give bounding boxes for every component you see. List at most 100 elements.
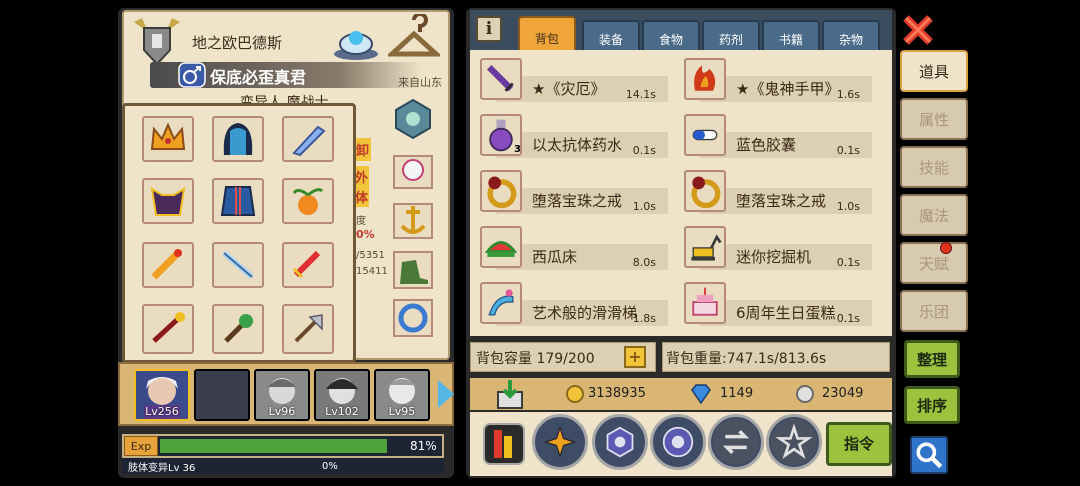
inventory-item[interactable]: 6周年生日蛋糕 0.1s	[674, 278, 872, 328]
info-button[interactable]: i	[476, 16, 502, 42]
close-icon[interactable]	[900, 12, 936, 48]
firework-sword-icon	[151, 249, 182, 280]
crown-icon	[150, 122, 186, 150]
equip-slot-wing[interactable]	[282, 116, 334, 162]
organize-button[interactable]: 整理	[904, 340, 960, 378]
team-member-3[interactable]: Lv96	[254, 369, 310, 421]
side-tab-talent[interactable]: 天赋	[900, 242, 968, 284]
side-tab-skills[interactable]: 技能	[900, 146, 968, 188]
item-name: 艺术般的滑滑梯	[532, 304, 638, 322]
team-bar: Lv256 Lv96 Lv102 Lv95	[118, 362, 454, 426]
equip-slot-staff[interactable]	[142, 304, 194, 354]
item-weight: 0.1s	[836, 312, 860, 325]
item-weight: 1.6s	[836, 88, 860, 101]
item-name: ★《鬼神手甲》	[736, 80, 840, 98]
gold-coin-icon	[566, 385, 584, 403]
inventory-item[interactable]: 艺术般的滑滑梯 1.8s	[470, 278, 668, 328]
ring-icon	[684, 170, 726, 212]
equip-slot-mace[interactable]	[212, 304, 264, 354]
hanger-icon[interactable]	[388, 14, 440, 62]
inventory-item[interactable]: 堕落宝珠之戒 1.0s	[470, 166, 668, 216]
shuriken-button-icon[interactable]	[532, 414, 588, 470]
crystal-altar-icon[interactable]	[330, 14, 382, 62]
item-weight: 1.0s	[632, 200, 656, 213]
item-weight: 1.0s	[836, 200, 860, 213]
exp-percent: 81%	[410, 439, 437, 453]
equip-slot-ice[interactable]	[212, 242, 264, 288]
item-weight: 0.1s	[632, 144, 656, 157]
side-fragment-3: 体	[354, 186, 370, 207]
team-member-4[interactable]: Lv102	[314, 369, 370, 421]
notification-dot-icon	[940, 242, 952, 254]
item-weight: 1.8s	[632, 312, 656, 325]
swap-button-icon[interactable]	[708, 414, 764, 470]
team-member-1[interactable]: Lv256	[134, 369, 190, 421]
skill-label: 肢体变异Lv 36	[128, 463, 196, 474]
search-icon[interactable]	[910, 436, 948, 474]
sort-button[interactable]: 排序	[904, 386, 960, 424]
side-tab-magic[interactable]: 魔法	[900, 194, 968, 236]
wing-blade-icon	[292, 125, 326, 157]
gender-badge-icon	[178, 62, 206, 88]
equip-slot-axe[interactable]	[282, 304, 334, 354]
inventory-item[interactable]: 蓝色胶囊 0.1s	[674, 110, 872, 160]
exp-tag: Exp	[124, 436, 158, 456]
inventory-tabs: 背包 装备 食物 药剂 书籍 杂物	[470, 10, 892, 60]
expand-capacity-button[interactable]: +	[624, 346, 646, 368]
excavator-icon	[684, 226, 726, 268]
equip-slot-redsword[interactable]	[282, 242, 334, 288]
slide-icon	[480, 282, 522, 324]
character-title: 保底必歪真君	[210, 68, 307, 87]
item-name: 迷你挖掘机	[736, 248, 812, 266]
skill-percent: 0%	[322, 461, 338, 472]
equip-slot-cloak[interactable]	[212, 116, 264, 162]
team-member-5[interactable]: Lv95	[374, 369, 430, 421]
inventory-item[interactable]: 3 以太抗体药水 0.1s	[470, 110, 668, 160]
character-name: 地之欧巴德斯	[192, 34, 283, 52]
red-sword-icon	[292, 250, 321, 279]
inventory-item[interactable]: 西瓜床 8.0s	[470, 222, 668, 272]
item-quantity: 3	[514, 144, 521, 155]
dark-cloak-icon	[223, 123, 253, 155]
team-level: Lv256	[145, 405, 179, 418]
item-name: 堕落宝珠之戒	[532, 192, 623, 210]
equip-slot-firework[interactable]	[142, 242, 194, 288]
team-next-arrow-icon[interactable]	[438, 380, 454, 408]
side-fragment-4: 度	[356, 216, 366, 227]
equip-slot-armor[interactable]	[142, 178, 194, 224]
equip-slot-crown[interactable]	[142, 116, 194, 162]
winged-boot-icon[interactable]	[390, 246, 436, 292]
blue-coat-icon	[220, 186, 256, 216]
side-tab-band[interactable]: 乐团	[900, 290, 968, 332]
star-button-icon[interactable]	[766, 414, 822, 470]
ice-blade-icon	[222, 250, 254, 280]
inventory-item[interactable]: 堕落宝珠之戒 1.0s	[674, 166, 872, 216]
anchor-icon[interactable]	[390, 196, 436, 242]
blue-ring-icon[interactable]	[390, 296, 436, 342]
team-level: Lv102	[325, 405, 359, 418]
silver-amount: 23049	[822, 386, 864, 401]
inventory-item[interactable]: ★《灾厄》 14.1s	[470, 54, 668, 104]
demon-armor-icon	[150, 187, 186, 216]
item-weight: 8.0s	[632, 256, 656, 269]
download-box-icon[interactable]	[494, 378, 526, 410]
equip-slot-coat[interactable]	[212, 178, 264, 224]
inventory-item[interactable]: ★《鬼神手甲》 1.6s	[674, 54, 872, 104]
command-button[interactable]: 指令	[826, 422, 892, 466]
emblem-shield-icon[interactable]	[390, 96, 436, 142]
watermelon-bed-icon	[480, 226, 522, 268]
white-glove-icon[interactable]	[390, 146, 436, 192]
equip-slot-sprout[interactable]	[282, 178, 334, 224]
side-tab-items[interactable]: 道具	[900, 50, 968, 92]
inventory-item[interactable]: 迷你挖掘机 0.1s	[674, 222, 872, 272]
hex-ring-button-icon[interactable]	[592, 414, 648, 470]
target-button-icon[interactable]	[650, 414, 706, 470]
origin-label: 来自山东	[398, 76, 442, 89]
team-member-empty[interactable]	[194, 369, 250, 421]
item-weight: 0.1s	[836, 144, 860, 157]
ranking-icon[interactable]	[482, 422, 526, 466]
item-name: 堕落宝珠之戒	[736, 192, 827, 210]
exp-fill	[160, 439, 387, 453]
side-fragment-6: /5351	[356, 250, 385, 261]
side-tab-attributes[interactable]: 属性	[900, 98, 968, 140]
